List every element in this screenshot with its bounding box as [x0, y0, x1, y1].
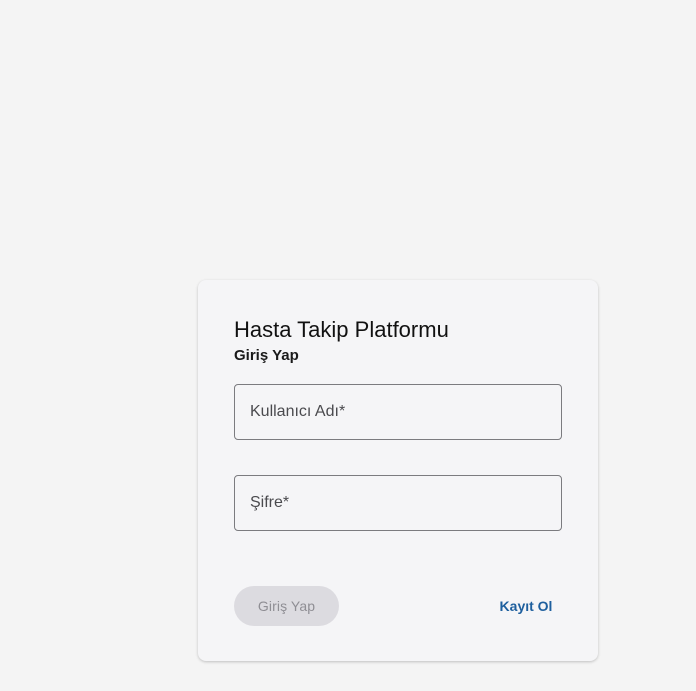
password-field[interactable]	[234, 475, 562, 531]
username-input[interactable]	[235, 385, 561, 439]
login-subtitle: Giriş Yap	[234, 347, 299, 364]
login-page: Hasta Takip Platformu Giriş Yap Giriş Ya…	[0, 0, 696, 691]
password-input[interactable]	[235, 476, 561, 530]
username-field[interactable]	[234, 384, 562, 440]
login-card: Hasta Takip Platformu Giriş Yap Giriş Ya…	[198, 280, 598, 661]
register-button[interactable]: Kayıt Ol	[488, 586, 564, 626]
login-button[interactable]: Giriş Yap	[234, 586, 339, 626]
page-title: Hasta Takip Platformu	[234, 317, 449, 342]
